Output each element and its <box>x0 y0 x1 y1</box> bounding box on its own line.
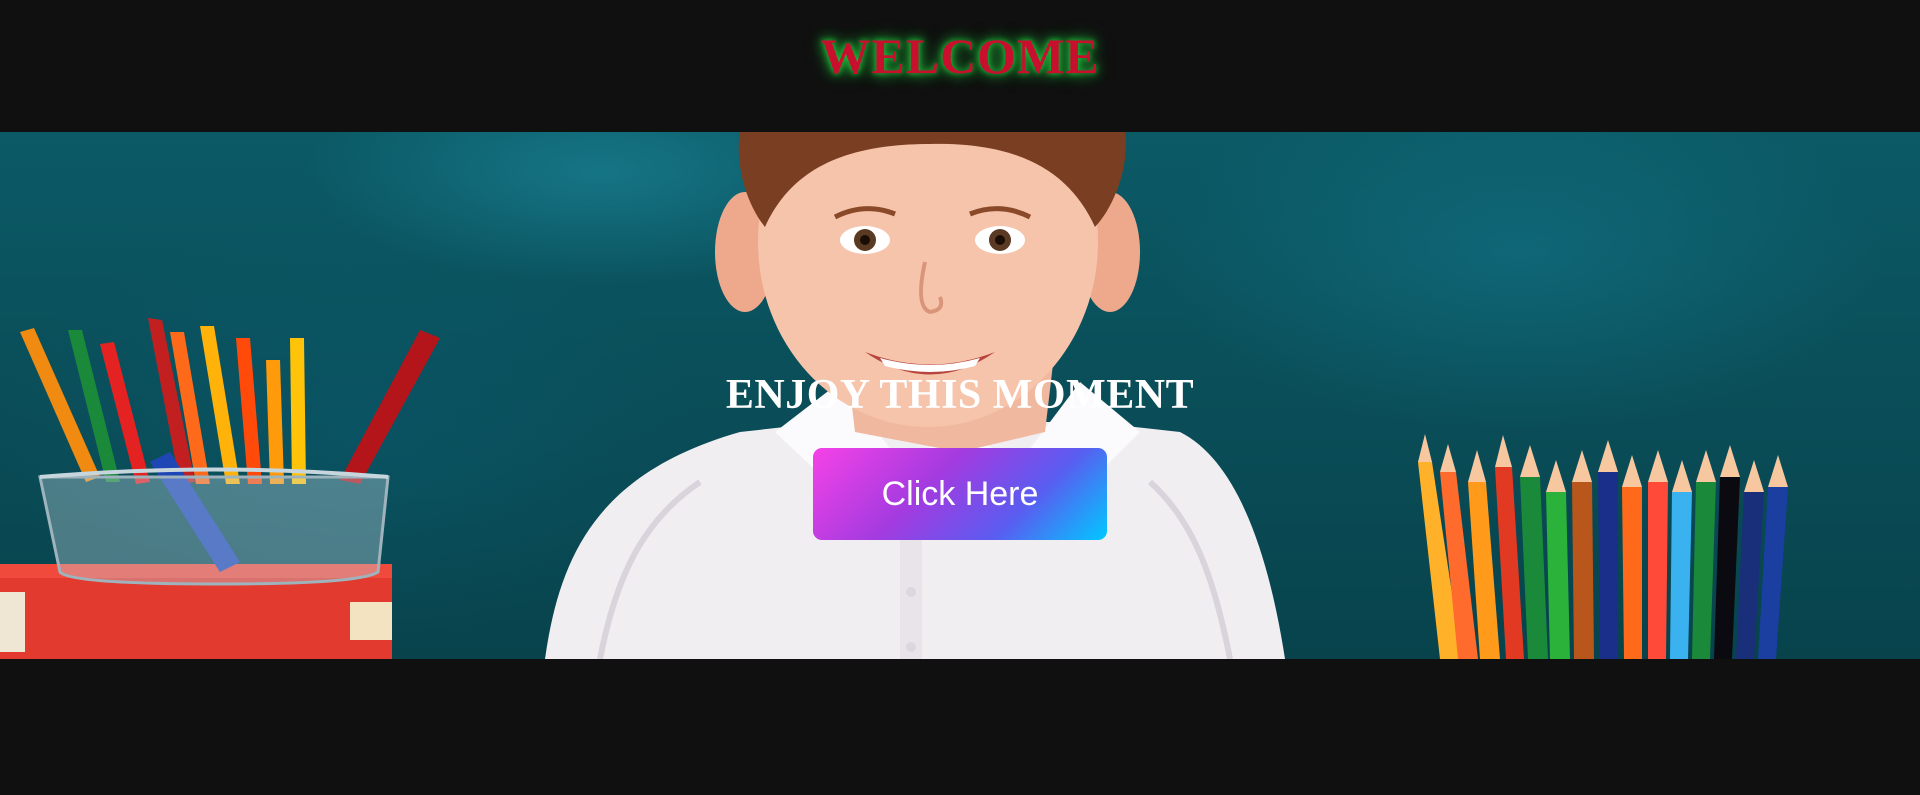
click-here-button[interactable]: Click Here <box>813 448 1107 540</box>
welcome-heading: WELCOME <box>820 28 1100 84</box>
page-footer-area <box>0 659 1920 795</box>
hero-banner: ENJOY THIS MOMENT Click Here <box>0 132 1920 659</box>
pencil-bundle-right <box>1418 434 1788 659</box>
site-header: WELCOME <box>0 0 1920 132</box>
hero-heading: ENJOY THIS MOMENT <box>725 372 1195 418</box>
